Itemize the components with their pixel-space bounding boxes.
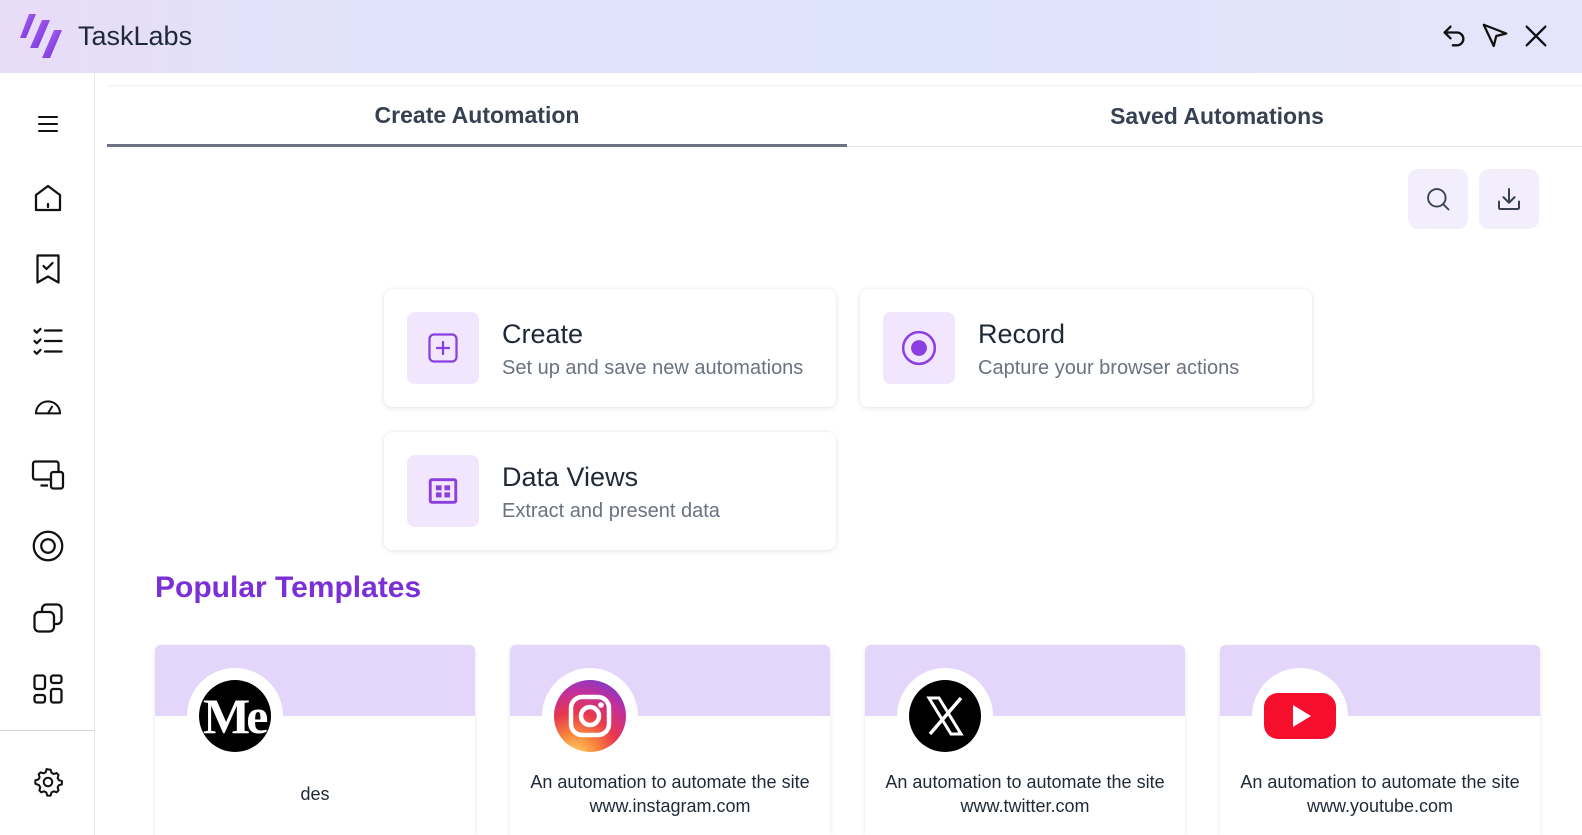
sidebar xyxy=(0,73,95,835)
sidebar-item-apps[interactable] xyxy=(27,668,69,710)
medium-logo-icon: Me xyxy=(199,680,271,752)
tab-bar: Create Automation Saved Automations xyxy=(107,85,1582,147)
record-icon xyxy=(32,530,64,562)
data-views-card-subtitle: Extract and present data xyxy=(502,500,720,522)
sidebar-item-home[interactable] xyxy=(27,177,69,219)
record-icon xyxy=(901,330,937,366)
sidebar-item-record[interactable] xyxy=(27,525,69,567)
record-card-icon-box xyxy=(883,312,955,384)
x-twitter-logo-icon xyxy=(909,680,981,752)
checklist-icon xyxy=(33,327,63,355)
data-views-card-icon-box xyxy=(407,455,479,527)
template-card-twitter[interactable]: An automation to automate the site www.t… xyxy=(865,645,1185,835)
template-description: An automation to automate the site www.i… xyxy=(530,772,810,816)
main-content: Create Automation Saved Automations Crea… xyxy=(95,73,1582,835)
download-button[interactable] xyxy=(1479,169,1539,229)
dashboard-icon xyxy=(33,674,63,704)
create-card-icon-box xyxy=(407,312,479,384)
create-card[interactable]: Create Set up and save new automations xyxy=(384,289,836,407)
template-logo-wrapper xyxy=(1252,668,1348,764)
bookmark-check-icon xyxy=(36,254,60,284)
gauge-icon xyxy=(34,400,62,415)
send-button[interactable] xyxy=(1479,20,1511,52)
table-icon xyxy=(428,478,458,504)
sidebar-item-tasks[interactable] xyxy=(27,248,69,290)
create-card-subtitle: Set up and save new automations xyxy=(502,357,804,379)
template-logo-wrapper xyxy=(542,668,638,764)
copy-icon xyxy=(33,603,63,633)
sidebar-item-checklist[interactable] xyxy=(27,320,69,362)
record-card-subtitle: Capture your browser actions xyxy=(978,357,1240,379)
create-card-title: Create xyxy=(502,319,584,349)
download-icon xyxy=(1498,188,1520,210)
youtube-logo-icon xyxy=(1264,693,1336,739)
plus-square-icon xyxy=(428,333,458,363)
instagram-logo-icon xyxy=(554,680,626,752)
tasklabs-logo-icon xyxy=(20,14,62,58)
template-card-medium[interactable]: Me des xyxy=(155,645,475,835)
tab-create-automation[interactable]: Create Automation xyxy=(107,86,847,147)
data-views-card[interactable]: Data Views Extract and present data xyxy=(384,432,836,550)
sidebar-item-templates[interactable] xyxy=(27,597,69,639)
sidebar-menu-button[interactable] xyxy=(27,103,69,145)
search-icon xyxy=(1427,188,1450,211)
undo-button[interactable] xyxy=(1438,20,1470,52)
popular-templates-heading: Popular Templates xyxy=(155,571,422,604)
app-title: TaskLabs xyxy=(78,21,193,51)
template-logo-wrapper xyxy=(897,668,993,764)
template-logo-wrapper: Me xyxy=(187,668,283,764)
template-description: An automation to automate the site www.y… xyxy=(1240,772,1520,816)
search-button[interactable] xyxy=(1408,169,1468,229)
sidebar-item-settings[interactable] xyxy=(27,761,69,803)
tab-saved-automations[interactable]: Saved Automations xyxy=(847,86,1582,146)
template-card-instagram[interactable]: An automation to automate the site www.i… xyxy=(510,645,830,835)
template-card-youtube[interactable]: An automation to automate the site www.y… xyxy=(1220,645,1540,835)
medium-logo-text: Me xyxy=(203,688,268,744)
record-card-title: Record xyxy=(978,319,1066,349)
close-icon xyxy=(1525,25,1547,47)
record-card[interactable]: Record Capture your browser actions xyxy=(860,289,1312,407)
template-description: des xyxy=(300,784,330,804)
sidebar-item-devices[interactable] xyxy=(27,454,69,496)
undo-icon xyxy=(1443,25,1465,47)
data-views-card-title: Data Views xyxy=(502,462,639,492)
template-description: An automation to automate the site www.t… xyxy=(885,772,1165,816)
home-icon xyxy=(34,184,62,212)
title-bar: TaskLabs xyxy=(0,0,1582,73)
sidebar-item-dashboard[interactable] xyxy=(27,387,69,429)
close-button[interactable] xyxy=(1520,20,1552,52)
settings-icon xyxy=(34,768,63,797)
menu-icon xyxy=(38,116,58,132)
sidebar-divider xyxy=(0,730,95,731)
send-icon xyxy=(1482,23,1508,48)
devices-icon xyxy=(31,460,65,490)
